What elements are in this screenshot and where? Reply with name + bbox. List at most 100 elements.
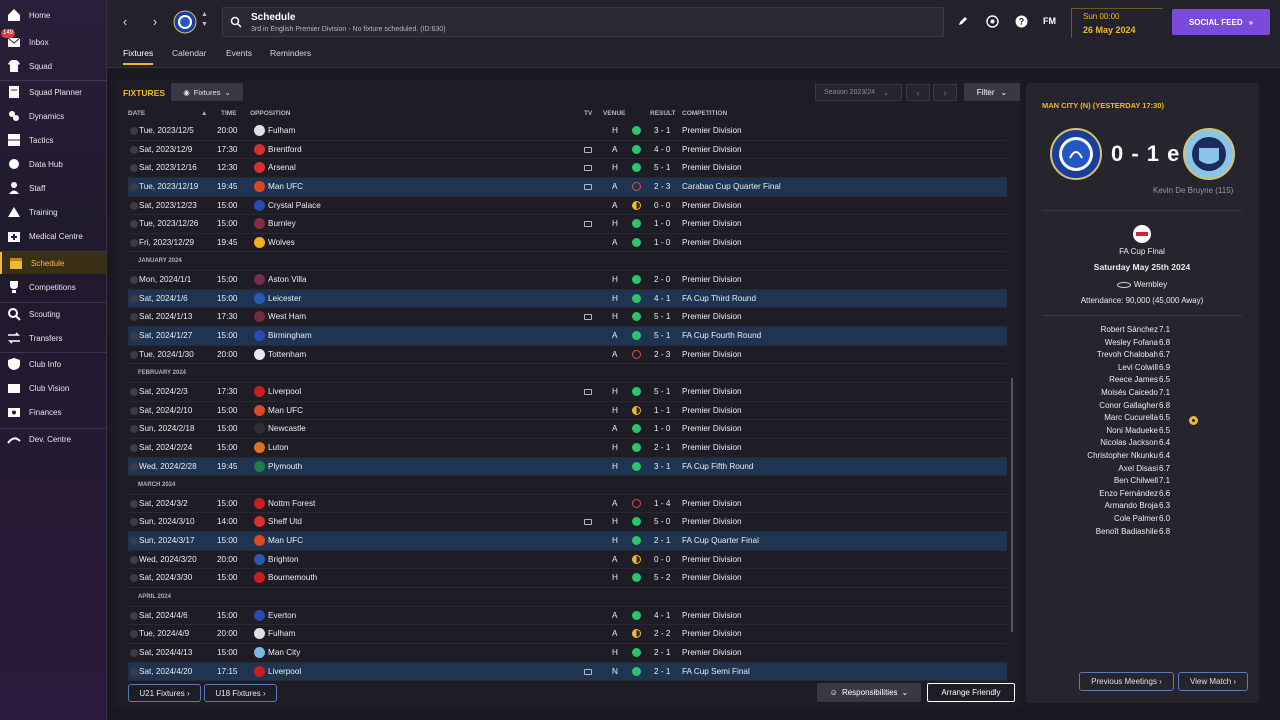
result-score[interactable]: 1 - 1 (654, 406, 670, 415)
competition-name[interactable]: Premier Division (682, 350, 742, 359)
header-opposition[interactable]: OPPOSITION (250, 110, 290, 117)
opposition-name[interactable]: Burnley (268, 219, 296, 228)
result-score[interactable]: 2 - 1 (654, 443, 670, 452)
result-score[interactable]: 2 - 1 (654, 667, 670, 676)
table-row[interactable]: Sat, 2024/1/6 15:00 Leicester H 4 - 1 FA Cup … (128, 289, 1007, 309)
next-season-button[interactable]: › (933, 84, 957, 101)
sidebar-item-dynamics[interactable]: Dynamics (0, 105, 107, 127)
sidebar-item-squad[interactable]: Squad (0, 55, 107, 77)
opposition-name[interactable]: Fulham (268, 126, 295, 135)
player-name[interactable]: Noni Madueke (1106, 426, 1158, 435)
sort-arrow-icon[interactable]: ▲ (201, 110, 207, 117)
opposition-name[interactable]: Man UFC (268, 406, 303, 415)
competition-name[interactable]: Premier Division (682, 126, 742, 135)
result-score[interactable]: 5 - 1 (654, 163, 670, 172)
help-icon[interactable]: ? (1014, 14, 1028, 28)
table-row[interactable]: Tue, 2023/12/26 15:00 Burnley H 1 - 0 Premier… (128, 215, 1007, 234)
result-score[interactable]: 3 - 1 (654, 462, 670, 471)
opposition-name[interactable]: Man City (268, 648, 300, 657)
competition-name[interactable]: Premier Division (682, 573, 742, 582)
opposition-name[interactable]: Sheff Utd (268, 517, 302, 526)
table-row[interactable]: Sun, 2024/2/18 15:00 Newcastle A 1 - 0 Premie… (128, 420, 1007, 439)
lineup-row[interactable]: Benoît Badiashile 6.8 (1042, 527, 1242, 540)
player-name[interactable]: Trevoh Chalobah (1097, 350, 1158, 359)
opposition-name[interactable]: Tottenham (268, 350, 306, 359)
competition-name[interactable]: Premier Division (682, 201, 742, 210)
result-score[interactable]: 3 - 1 (654, 126, 670, 135)
sidebar-item-data-hub[interactable]: Data Hub (0, 153, 107, 175)
u18-fixtures-button[interactable]: U18 Fixtures › (204, 684, 277, 702)
back-arrow-icon[interactable]: ‹ (118, 13, 132, 29)
lineup-row[interactable]: Armando Broja 6.3 (1042, 501, 1242, 514)
competition-name[interactable]: FA Cup Fifth Round (682, 462, 753, 471)
opposition-name[interactable]: Birmingham (268, 331, 312, 340)
table-row[interactable]: Sat, 2023/12/23 15:00 Crystal Palace A 0 - 0… (128, 197, 1007, 216)
lineup-row[interactable]: Wesley Fofana 6.8 (1042, 338, 1242, 351)
header-competition[interactable]: COMPETITION (682, 110, 727, 117)
competition-name[interactable]: Carabao Cup Quarter Final (682, 182, 781, 191)
player-name[interactable]: Reece James (1109, 375, 1158, 384)
responsibilities-button[interactable]: ☺ Responsibilities ⌄ (817, 683, 921, 702)
competition-name[interactable]: Premier Division (682, 424, 742, 433)
result-score[interactable]: 1 - 0 (654, 238, 670, 247)
player-name[interactable]: Axel Disasi (1118, 464, 1158, 473)
table-row[interactable]: Sat, 2023/12/9 17:30 Brentford A 4 - 0 Premie… (128, 141, 1007, 160)
competition-name[interactable]: Premier Division (682, 648, 742, 657)
table-row[interactable]: Sat, 2024/4/20 17:15 Liverpool N 2 - 1 FA Cup… (128, 662, 1007, 682)
competition-name[interactable]: Premier Division (682, 219, 742, 228)
opposition-name[interactable]: Man UFC (268, 182, 303, 191)
result-score[interactable]: 4 - 1 (654, 611, 670, 620)
arrange-friendly-button[interactable]: Arrange Friendly (927, 683, 1015, 702)
opposition-name[interactable]: West Ham (268, 312, 306, 321)
lineup-row[interactable]: Christopher Nkunku 6.4 (1042, 451, 1242, 464)
player-name[interactable]: Cole Palmer (1114, 514, 1158, 523)
lineup-row[interactable]: Levi Colwill 6.9 (1042, 363, 1242, 376)
sidebar-item-club-info[interactable]: Club Info (0, 353, 107, 375)
tab-fixtures[interactable]: Fixtures (123, 48, 154, 65)
u21-fixtures-button[interactable]: U21 Fixtures › (128, 684, 201, 702)
competition-name[interactable]: Premier Division (682, 145, 742, 154)
opposition-name[interactable]: Fulham (268, 629, 295, 638)
table-row[interactable]: Sat, 2024/1/27 15:00 Birmingham A 5 - 1 FA Cu… (128, 327, 1007, 346)
opposition-name[interactable]: Liverpool (268, 667, 301, 676)
sidebar-item-squad-planner[interactable]: Squad Planner (0, 81, 107, 103)
competition-name[interactable]: Premier Division (682, 611, 742, 620)
lineup-row[interactable]: Enzo Fernández 6.6 (1042, 489, 1242, 502)
sidebar-item-home[interactable]: Home (0, 4, 107, 26)
table-row[interactable]: Sun, 2024/3/10 14:00 Sheff Utd H 5 - 0 Premie… (128, 513, 1007, 533)
view-dropdown[interactable]: ◉ Fixtures ⌄ (171, 83, 243, 101)
player-name[interactable]: Christopher Nkunku (1087, 451, 1158, 460)
competition-name[interactable]: Premier Division (682, 555, 742, 564)
header-tv[interactable]: TV (584, 110, 592, 117)
fm-logo[interactable]: FM (1043, 16, 1056, 26)
man-city-crest-icon[interactable] (1183, 128, 1235, 180)
sidebar-item-club-vision[interactable]: Club Vision (0, 377, 107, 399)
game-date[interactable]: Sun 00:00 26 May 2024 (1071, 8, 1163, 38)
header-time[interactable]: TIME (221, 110, 237, 117)
lineup-row[interactable]: Reece James 6.5 (1042, 375, 1242, 388)
opposition-name[interactable]: Brighton (268, 555, 299, 564)
sidebar-item-inbox[interactable]: Inbox (0, 31, 107, 53)
table-row[interactable]: Tue, 2024/1/30 20:00 Tottenham A 2 - 3 Premie… (128, 346, 1007, 365)
result-score[interactable]: 5 - 0 (654, 517, 670, 526)
table-row[interactable]: Sat, 2024/3/30 15:00 Bournemouth H 5 - 2 Prem… (128, 569, 1007, 589)
tab-reminders[interactable]: Reminders (270, 48, 311, 63)
table-row[interactable]: Tue, 2023/12/19 19:45 Man UFC A 2 - 3 Carabao… (128, 177, 1007, 197)
sidebar-item-medical-centre[interactable]: Medical Centre (0, 225, 107, 247)
result-score[interactable]: 4 - 0 (654, 145, 670, 154)
opposition-name[interactable]: Newcastle (268, 424, 306, 433)
competition-name[interactable]: Premier Division (682, 275, 742, 284)
opposition-name[interactable]: Wolves (268, 238, 295, 247)
sidebar-item-dev-centre[interactable]: Dev. Centre (0, 428, 107, 450)
tab-events[interactable]: Events (226, 48, 252, 63)
table-row[interactable]: Sat, 2024/3/2 15:00 Nottm Forest A 1 - 4 Prem… (128, 495, 1007, 514)
chelsea-crest-icon[interactable] (1050, 128, 1102, 180)
table-row[interactable]: Sat, 2024/1/13 17:30 West Ham H 5 - 1 Premier… (128, 308, 1007, 328)
result-score[interactable]: 2 - 1 (654, 648, 670, 657)
table-row[interactable]: Wed, 2024/2/28 19:45 Plymouth H 3 - 1 FA Cup … (128, 457, 1007, 477)
social-feed-button[interactable]: SOCIAL FEED » (1172, 9, 1270, 35)
result-score[interactable]: 1 - 0 (654, 424, 670, 433)
club-switch-icon[interactable]: ▲ ▼ (201, 10, 208, 30)
lineup-row[interactable]: Moisés Caicedo 7.1 (1042, 388, 1242, 401)
competition-name[interactable]: Premier Division (682, 629, 742, 638)
